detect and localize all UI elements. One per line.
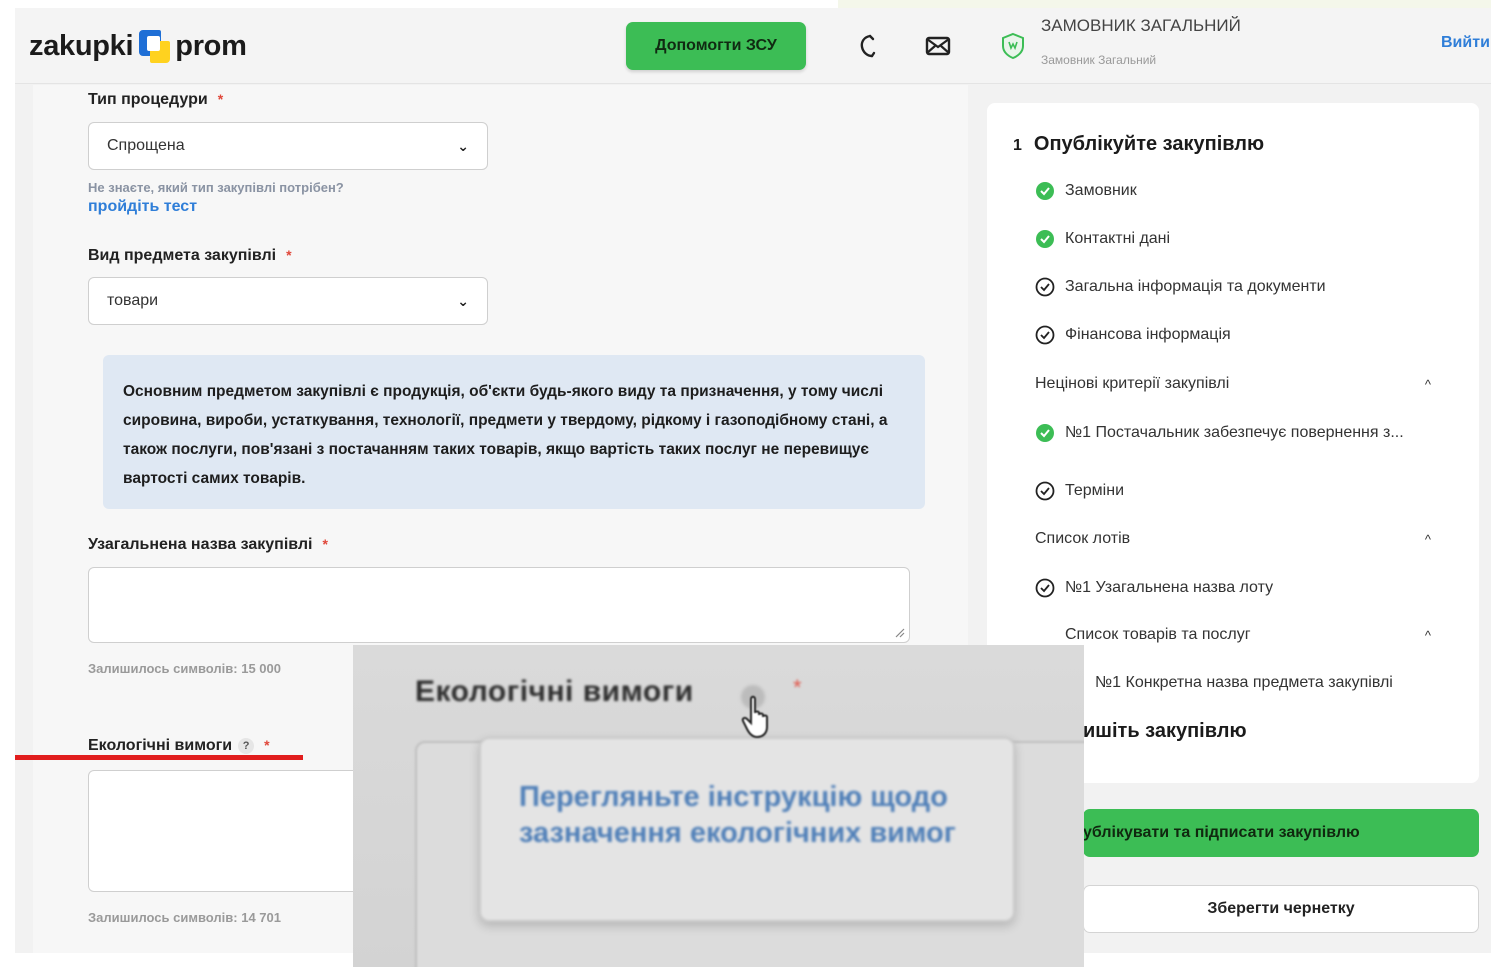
step-section-lots[interactable]: Список лотів ^ [1035,530,1455,548]
resize-handle-icon[interactable] [895,628,905,638]
step-title-sign: ишіть закупівлю [1083,720,1247,742]
procedure-type-label: Тип процедури * [88,91,224,108]
top-header: zakupki prom Допомогти ЗСУ ЗАМОВНИК ЗАГА… [15,8,1491,84]
phone-icon[interactable] [853,32,881,60]
procedure-type-hint: Не знаєте, який тип закупівлі потрібен? [88,180,344,195]
logo[interactable]: zakupki prom [29,26,247,66]
check-filled-icon [1036,424,1054,442]
step-item-general-info[interactable]: Загальна інформація та документи [1035,277,1326,297]
help-icon[interactable]: ? [238,737,255,754]
procedure-type-select[interactable]: Спрощена ⌄ [88,122,488,170]
zoom-inset: Екологічні вимоги * Перегляньте інструкц… [353,645,1084,967]
user-subtitle: Замовник Загальний [1041,53,1157,67]
logo-text-left: zakupki [29,29,134,62]
take-test-link[interactable]: пройдіть тест [88,198,197,216]
step-section-goods[interactable]: Список товарів та послуг ^ [1065,626,1455,644]
mail-icon[interactable] [924,32,952,60]
logo-mark-icon [137,28,171,64]
general-name-textarea[interactable] [88,567,910,643]
subject-type-label: Вид предмета закупівлі * [88,247,292,264]
eco-requirements-label: Екологічні вимоги? * [88,737,270,754]
general-name-label: Узагальнена назва закупівлі * [88,536,328,553]
check-outline-icon [1035,481,1055,501]
zoom-eco-label: Екологічні вимоги [415,675,694,708]
highlight-underline [15,755,303,760]
hand-cursor-icon [741,695,768,739]
step-item-goods-1[interactable]: №1 Конкретна назва предмета закупівлі [1095,674,1393,692]
step-item-contacts[interactable]: Контактні дані [1035,229,1170,249]
publish-sign-button[interactable]: ублікувати та підписати закупівлю [1083,809,1479,857]
user-name: ЗАМОВНИК ЗАГАЛЬНИЙ [1041,16,1241,35]
shield-icon [1002,32,1024,60]
step-section-nonprice[interactable]: Нецінові критерії закупівлі ^ [1035,375,1455,393]
subject-type-value: товари [107,292,159,309]
subject-info-box: Основним предметом закупівлі є продукція… [103,355,925,509]
check-filled-icon [1036,182,1054,200]
general-name-counter: Залишилось символів: 15 000 [88,661,281,676]
zoom-required-mark: * [793,675,802,700]
logout-link[interactable]: Вийти [1441,34,1490,52]
draft-button-label: Зберегти чернетку [1207,900,1355,917]
step-item-customer[interactable]: Замовник [1035,181,1137,201]
check-outline-icon [1035,578,1055,598]
check-filled-icon [1036,230,1054,248]
tooltip-instruction-link[interactable]: Перегляньте інструкцію щодо зазначення е… [519,779,959,851]
logo-text-right: prom [175,29,247,62]
step-item-lot-1[interactable]: №1 Узагальнена назва лоту [1035,578,1273,598]
chevron-up-icon[interactable]: ^ [1425,377,1431,392]
eco-help-tooltip: Перегляньте інструкцію щодо зазначення е… [479,737,1015,922]
step-item-nonprice-1[interactable]: №1 Постачальник забезпечує повернення з.… [1035,423,1404,443]
step-item-terms[interactable]: Терміни [1035,481,1124,501]
subject-type-select[interactable]: товари ⌄ [88,277,488,325]
chevron-up-icon[interactable]: ^ [1425,532,1431,547]
procedure-type-value: Спрощена [107,137,185,154]
save-draft-button[interactable]: Зберегти чернетку [1083,885,1479,933]
check-outline-icon [1035,325,1055,345]
step-title: 1 Опублікуйте закупівлю [1013,133,1265,155]
chevron-down-icon: ⌄ [457,292,469,309]
publish-button-label: ублікувати та підписати закупівлю [1083,824,1360,841]
check-outline-icon [1035,277,1055,297]
chevron-down-icon: ⌄ [457,137,469,154]
eco-requirements-counter: Залишилось символів: 14 701 [88,910,281,925]
help-army-button[interactable]: Допомогти ЗСУ [626,22,806,70]
step-item-finance[interactable]: Фінансова інформація [1035,325,1231,345]
chevron-up-icon[interactable]: ^ [1425,628,1431,643]
